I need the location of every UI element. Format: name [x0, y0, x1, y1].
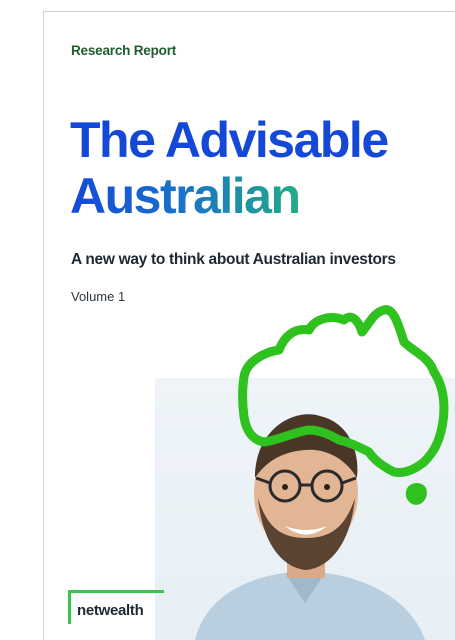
logo-text: netwealth: [77, 602, 144, 619]
australia-outline-icon: [238, 305, 449, 505]
title-line-1: The Advisable: [70, 112, 389, 168]
report-title: The Advisable Australian: [70, 112, 389, 224]
logo-accent-bar: [68, 590, 164, 593]
report-subtitle: A new way to think about Australian inve…: [71, 251, 396, 268]
logo-accent-side: [68, 590, 71, 624]
volume-label: Volume 1: [71, 289, 126, 304]
report-cover: Research Report The Advisable Australian…: [43, 11, 455, 640]
title-line-2: Australian: [70, 168, 388, 224]
netwealth-logo[interactable]: netwealth: [68, 590, 164, 630]
report-eyebrow: Research Report: [71, 43, 177, 58]
